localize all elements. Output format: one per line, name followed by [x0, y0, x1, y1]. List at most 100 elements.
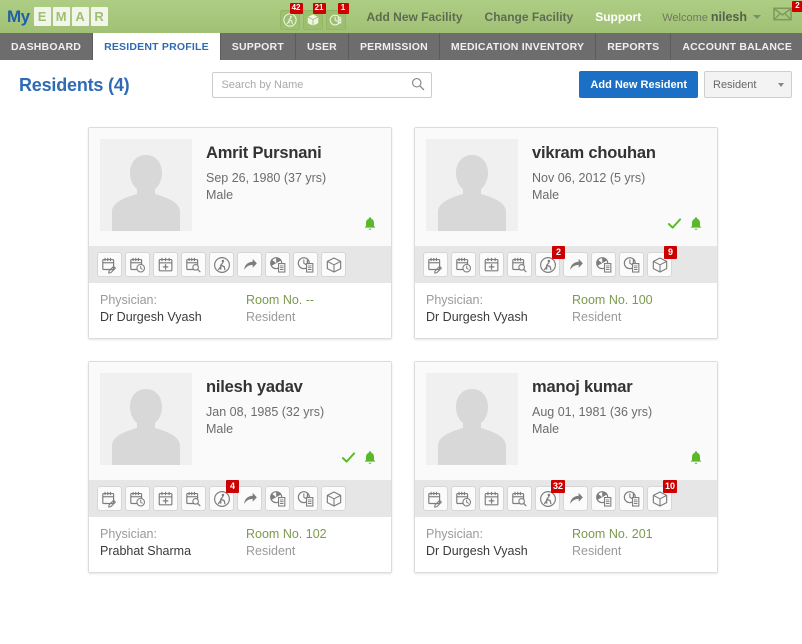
calendar-clock-icon-button[interactable] — [451, 252, 476, 277]
calendar-edit-icon-button[interactable] — [423, 252, 448, 277]
clock-alert-document-icon-button[interactable] — [619, 252, 644, 277]
header-box-button[interactable]: 21 — [302, 3, 326, 30]
bell-icon[interactable] — [689, 450, 703, 471]
resident-type-filter[interactable]: Resident — [704, 71, 792, 98]
resident-card-header: nilesh yadav Jan 08, 1985 (32 yrs) Male — [89, 362, 391, 480]
calendar-edit-icon-button[interactable] — [423, 486, 448, 511]
calendar-search-icon — [185, 256, 203, 274]
calendar-clock-icon-button[interactable] — [125, 486, 150, 511]
resident-card-grid: Amrit Pursnani Sep 26, 1980 (37 yrs) Mal… — [0, 110, 802, 573]
support-link[interactable]: Support — [595, 10, 641, 24]
tab-support[interactable]: SUPPORT — [221, 33, 296, 60]
tab-reports[interactable]: REPORTS — [596, 33, 672, 60]
user-menu[interactable]: Welcome nilesh — [662, 10, 761, 24]
walking-person-icon-button[interactable]: 2 — [535, 246, 565, 277]
box-icon-badge: 10 — [662, 480, 677, 493]
pie-chart-document-icon-button[interactable] — [591, 486, 616, 511]
tab-resident-profile[interactable]: RESIDENT PROFILE — [93, 33, 221, 60]
bell-icon[interactable] — [363, 216, 377, 237]
bell-icon[interactable] — [689, 216, 703, 237]
resident-status-icons — [689, 450, 703, 471]
pie-chart-document-icon-button[interactable] — [265, 252, 290, 277]
resident-card-4[interactable]: manoj kumar Aug 01, 1981 (36 yrs) Male 3… — [414, 361, 718, 573]
calendar-plus-icon — [483, 256, 501, 274]
calendar-plus-icon-button[interactable] — [153, 252, 178, 277]
bell-icon[interactable] — [363, 450, 377, 471]
bell-icon — [364, 450, 376, 464]
resident-card-2[interactable]: vikram chouhan Nov 06, 2012 (5 yrs) Male… — [414, 127, 718, 339]
forward-arrow-icon-button[interactable] — [563, 486, 588, 511]
calendar-search-icon — [511, 256, 529, 274]
pie-chart-document-icon-button[interactable] — [265, 486, 290, 511]
box-icon-badge: 9 — [664, 246, 677, 259]
physician-name: Dr Durgesh Vyash — [426, 544, 528, 558]
forward-arrow-icon-button[interactable] — [237, 486, 262, 511]
resident-type: Resident — [246, 310, 296, 324]
clock-alert-document-icon-button[interactable] — [293, 252, 318, 277]
change-facility-link[interactable]: Change Facility — [485, 10, 574, 24]
walking-person-icon-badge: 2 — [552, 246, 565, 259]
calendar-plus-icon-button[interactable] — [479, 486, 504, 511]
main-navigation: DASHBOARD RESIDENT PROFILE SUPPORT USER … — [0, 33, 802, 60]
walking-person-icon-button[interactable]: 4 — [209, 480, 239, 511]
box-icon-button[interactable] — [321, 486, 346, 511]
calendar-edit-icon-button[interactable] — [97, 252, 122, 277]
resident-details: Amrit Pursnani Sep 26, 1980 (37 yrs) Mal… — [192, 139, 379, 237]
walking-person-icon — [213, 256, 231, 274]
page-title: Residents (4) — [19, 74, 130, 95]
room-block: Room No. 102 Resident — [233, 526, 379, 560]
messages-button[interactable]: 2 — [773, 1, 802, 26]
box-icon-button[interactable]: 9 — [647, 246, 677, 277]
resident-card-3[interactable]: nilesh yadav Jan 08, 1985 (32 yrs) Male … — [88, 361, 392, 573]
search-input[interactable] — [212, 72, 433, 98]
calendar-plus-icon-button[interactable] — [479, 252, 504, 277]
header-clock-alert-button[interactable]: 1 — [325, 3, 349, 30]
walking-person-icon-button[interactable] — [209, 252, 234, 277]
calendar-search-icon-button[interactable] — [181, 252, 206, 277]
tab-account-balance[interactable]: ACCOUNT BALANCE — [671, 33, 802, 60]
welcome-prefix: Welcome — [662, 11, 708, 24]
walking-person-icon-button[interactable]: 32 — [535, 480, 565, 511]
search-icon[interactable] — [411, 77, 425, 96]
physician-block: Physician: Dr Durgesh Vyash — [100, 292, 233, 326]
resident-status-icons — [363, 216, 377, 237]
clock-alert-document-icon — [297, 256, 315, 274]
tab-permission[interactable]: PERMISSION — [349, 33, 440, 60]
app-logo[interactable]: My E M A R — [0, 7, 108, 27]
tab-dashboard[interactable]: DASHBOARD — [0, 33, 94, 60]
tab-user[interactable]: USER — [296, 33, 349, 60]
runner-badge: 42 — [289, 3, 303, 14]
resident-card-1[interactable]: Amrit Pursnani Sep 26, 1980 (37 yrs) Mal… — [88, 127, 392, 339]
forward-arrow-icon-button[interactable] — [237, 252, 262, 277]
clock-alert-document-icon — [623, 490, 641, 508]
avatar — [426, 373, 518, 465]
clock-alert-document-icon-button[interactable] — [619, 486, 644, 511]
box-icon — [325, 490, 343, 508]
clock-alert-document-icon-button[interactable] — [293, 486, 318, 511]
box-icon-button[interactable] — [321, 252, 346, 277]
resident-dob: Jan 08, 1985 (32 yrs) — [206, 405, 325, 419]
physician-label: Physician: — [100, 527, 157, 541]
calendar-edit-icon-button[interactable] — [97, 486, 122, 511]
app-header: My E M A R 42 21 1 Add New Facility Chan… — [0, 0, 802, 33]
box-icon-button[interactable]: 10 — [647, 480, 677, 511]
room-block: Room No. 100 Resident — [559, 292, 705, 326]
walking-person-icon-badge: 32 — [550, 480, 565, 493]
forward-arrow-icon-button[interactable] — [563, 252, 588, 277]
forward-arrow-icon — [241, 490, 259, 508]
calendar-plus-icon-button[interactable] — [153, 486, 178, 511]
pie-chart-document-icon-button[interactable] — [591, 252, 616, 277]
calendar-search-icon-button[interactable] — [507, 252, 532, 277]
calendar-search-icon-button[interactable] — [181, 486, 206, 511]
calendar-clock-icon-button[interactable] — [451, 486, 476, 511]
calendar-search-icon-button[interactable] — [507, 486, 532, 511]
add-new-facility-link[interactable]: Add New Facility — [367, 10, 463, 24]
calendar-clock-icon-button[interactable] — [125, 252, 150, 277]
chevron-down-icon — [778, 83, 784, 87]
welcome-username: nilesh — [710, 9, 747, 24]
add-new-resident-button[interactable]: Add New Resident — [579, 71, 698, 98]
header-runner-button[interactable]: 42 — [279, 3, 303, 30]
resident-name: nilesh yadav — [206, 378, 303, 396]
calendar-plus-icon — [157, 490, 175, 508]
tab-medication-inventory[interactable]: MEDICATION INVENTORY — [440, 33, 597, 60]
